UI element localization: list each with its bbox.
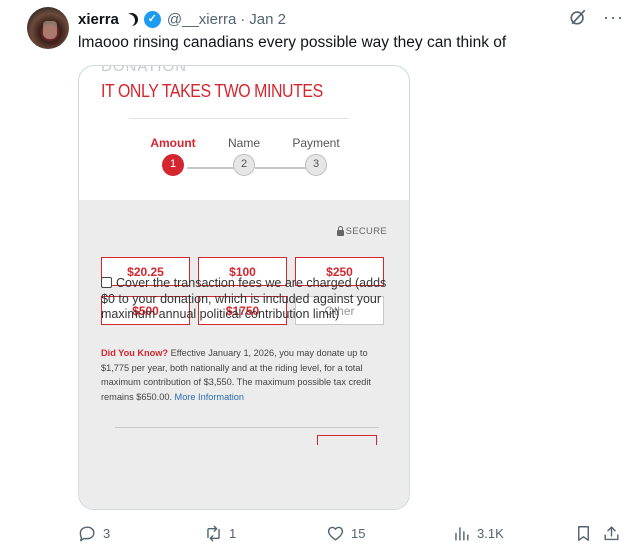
moon-icon bbox=[125, 13, 138, 26]
repost-icon bbox=[207, 525, 220, 541]
repost-count: 1 bbox=[229, 525, 237, 541]
view-count: 3.1K bbox=[477, 525, 504, 541]
secure-indicator: SECURE bbox=[336, 226, 387, 237]
divider bbox=[129, 118, 349, 119]
cover-fees-option[interactable]: Cover the transaction fees we are charge… bbox=[101, 276, 401, 323]
verified-badge-icon[interactable]: ✓ bbox=[143, 10, 161, 28]
step-number: 2 bbox=[233, 154, 255, 176]
tweet-actions: 3 1 15 3.1K bbox=[78, 522, 630, 544]
handle[interactable]: @__xierra bbox=[167, 11, 236, 28]
repost-action[interactable]: 1 bbox=[204, 524, 236, 543]
views-action[interactable]: 3.1K bbox=[452, 524, 504, 543]
reply-icon bbox=[79, 525, 95, 541]
step-label: Name bbox=[227, 136, 260, 150]
cover-fees-label: Cover the transaction fees we are charge… bbox=[101, 276, 387, 321]
more-information-link[interactable]: More Information bbox=[175, 392, 244, 402]
share-icon bbox=[604, 525, 619, 540]
display-name[interactable]: xierra bbox=[78, 11, 119, 28]
step-label: Payment bbox=[292, 136, 340, 150]
step-number: 3 bbox=[305, 154, 327, 176]
lock-icon bbox=[336, 226, 344, 236]
progress-steps: Amount 1 Name 2 Payment 3 bbox=[79, 136, 409, 196]
step-amount: Amount 1 bbox=[143, 136, 203, 176]
step-name: Name 2 bbox=[214, 136, 274, 176]
cut-off-heading: DONATION bbox=[101, 65, 188, 75]
tweet-header: xierra ✓ @__xierra · Jan 2 bbox=[78, 9, 286, 29]
step-payment: Payment 3 bbox=[286, 136, 346, 176]
share-action[interactable] bbox=[602, 524, 621, 543]
cover-fees-checkbox[interactable] bbox=[101, 277, 112, 288]
tweet-image[interactable]: DONATION IT ONLY TAKES TWO MINUTES Amoun… bbox=[78, 65, 410, 510]
like-action[interactable]: 15 bbox=[326, 524, 365, 543]
separator-dot: · bbox=[240, 10, 246, 28]
avatar[interactable] bbox=[27, 7, 69, 49]
more-options-icon[interactable]: ··· bbox=[603, 8, 624, 26]
secure-label: SECURE bbox=[345, 226, 387, 237]
bookmark-action[interactable] bbox=[574, 524, 593, 543]
views-icon bbox=[455, 526, 469, 541]
bookmark-icon bbox=[578, 525, 589, 541]
did-you-know-note: Did You Know? Effective January 1, 2026,… bbox=[101, 346, 397, 404]
step-label: Amount bbox=[150, 136, 196, 150]
reply-action[interactable]: 3 bbox=[78, 524, 110, 543]
reply-count: 3 bbox=[103, 525, 111, 541]
divider bbox=[115, 427, 379, 428]
cut-off-button bbox=[317, 435, 377, 445]
grok-icon[interactable] bbox=[569, 8, 587, 26]
tweet-date[interactable]: Jan 2 bbox=[249, 11, 286, 28]
did-you-know-label: Did You Know? bbox=[101, 348, 169, 358]
step-number: 1 bbox=[162, 154, 184, 176]
tweet-text: lmaooo rinsing canadians every possible … bbox=[78, 34, 507, 51]
heart-icon bbox=[327, 526, 344, 541]
form-title: IT ONLY TAKES TWO MINUTES bbox=[101, 80, 323, 101]
like-count: 15 bbox=[351, 525, 366, 541]
